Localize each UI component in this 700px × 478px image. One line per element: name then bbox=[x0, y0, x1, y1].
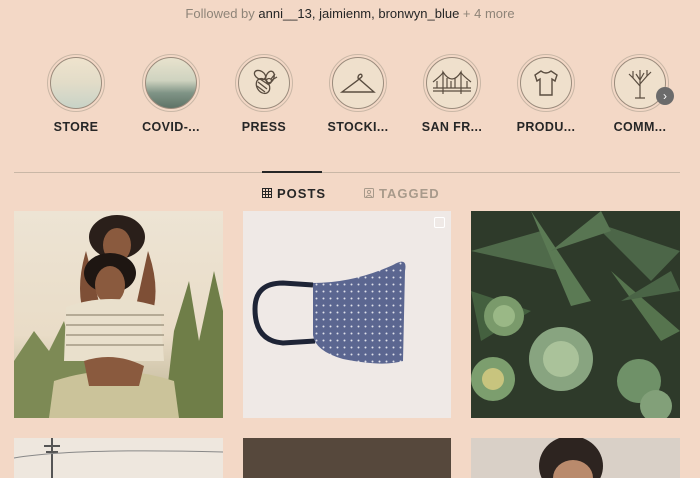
highlight-label: COVID-... bbox=[142, 120, 200, 134]
tshirt-icon bbox=[520, 57, 572, 109]
multiple-posts-icon bbox=[434, 217, 445, 228]
highlight-press[interactable]: PRESS bbox=[224, 54, 304, 134]
highlight-label: SAN FR... bbox=[421, 120, 483, 134]
tab-tagged[interactable]: TAGGED bbox=[364, 184, 440, 202]
post-image bbox=[252, 261, 406, 364]
landscape-thumbnail bbox=[145, 57, 197, 109]
highlight-san-francisco[interactable]: SAN FR... bbox=[412, 54, 492, 134]
highlight-label: PRODU... bbox=[516, 120, 576, 134]
highlight-covid[interactable]: COVID-... bbox=[131, 54, 211, 134]
active-tab-indicator bbox=[262, 171, 322, 173]
post-image bbox=[471, 211, 680, 418]
followed-more[interactable]: + 4 more bbox=[459, 6, 515, 21]
highlight-label: STORE bbox=[53, 120, 99, 134]
highlights-next-button[interactable]: › bbox=[656, 87, 674, 105]
followed-by-text: Followed by anni__13, jaimienm, bronwyn_… bbox=[0, 6, 700, 21]
bee-icon bbox=[238, 57, 290, 109]
story-highlights: STORE COVID-... PRESS STOCKI... SAN FR..… bbox=[0, 54, 700, 144]
followed-names[interactable]: anni__13, jaimienm, bronwyn_blue bbox=[258, 6, 459, 21]
post-tile[interactable] bbox=[14, 438, 223, 478]
tab-posts-label: POSTS bbox=[277, 185, 327, 201]
post-image bbox=[14, 215, 223, 418]
chevron-right-icon: › bbox=[663, 89, 667, 103]
post-image bbox=[14, 438, 223, 478]
highlight-store[interactable]: STORE bbox=[36, 54, 116, 134]
grid-icon bbox=[262, 188, 272, 198]
highlight-stocki[interactable]: STOCKI... bbox=[318, 54, 398, 134]
post-tile[interactable] bbox=[471, 211, 680, 418]
tabs-divider bbox=[14, 172, 680, 173]
highlight-label: STOCKI... bbox=[327, 120, 389, 134]
post-image bbox=[539, 438, 603, 478]
post-tile[interactable] bbox=[471, 438, 680, 478]
tab-tagged-label: TAGGED bbox=[379, 185, 440, 201]
bridge-icon bbox=[426, 57, 478, 109]
highlight-label: COMM... bbox=[613, 120, 667, 134]
tab-posts[interactable]: POSTS bbox=[262, 184, 326, 202]
tag-person-icon bbox=[364, 188, 374, 198]
followed-prefix: Followed by bbox=[185, 6, 259, 21]
pastel-gradient-thumbnail bbox=[50, 57, 102, 109]
post-tile[interactable] bbox=[243, 438, 451, 478]
highlight-products[interactable]: PRODU... bbox=[506, 54, 586, 134]
post-tile[interactable] bbox=[243, 211, 451, 418]
hanger-icon bbox=[332, 57, 384, 109]
post-tile[interactable] bbox=[14, 211, 223, 418]
highlight-label: PRESS bbox=[241, 120, 287, 134]
